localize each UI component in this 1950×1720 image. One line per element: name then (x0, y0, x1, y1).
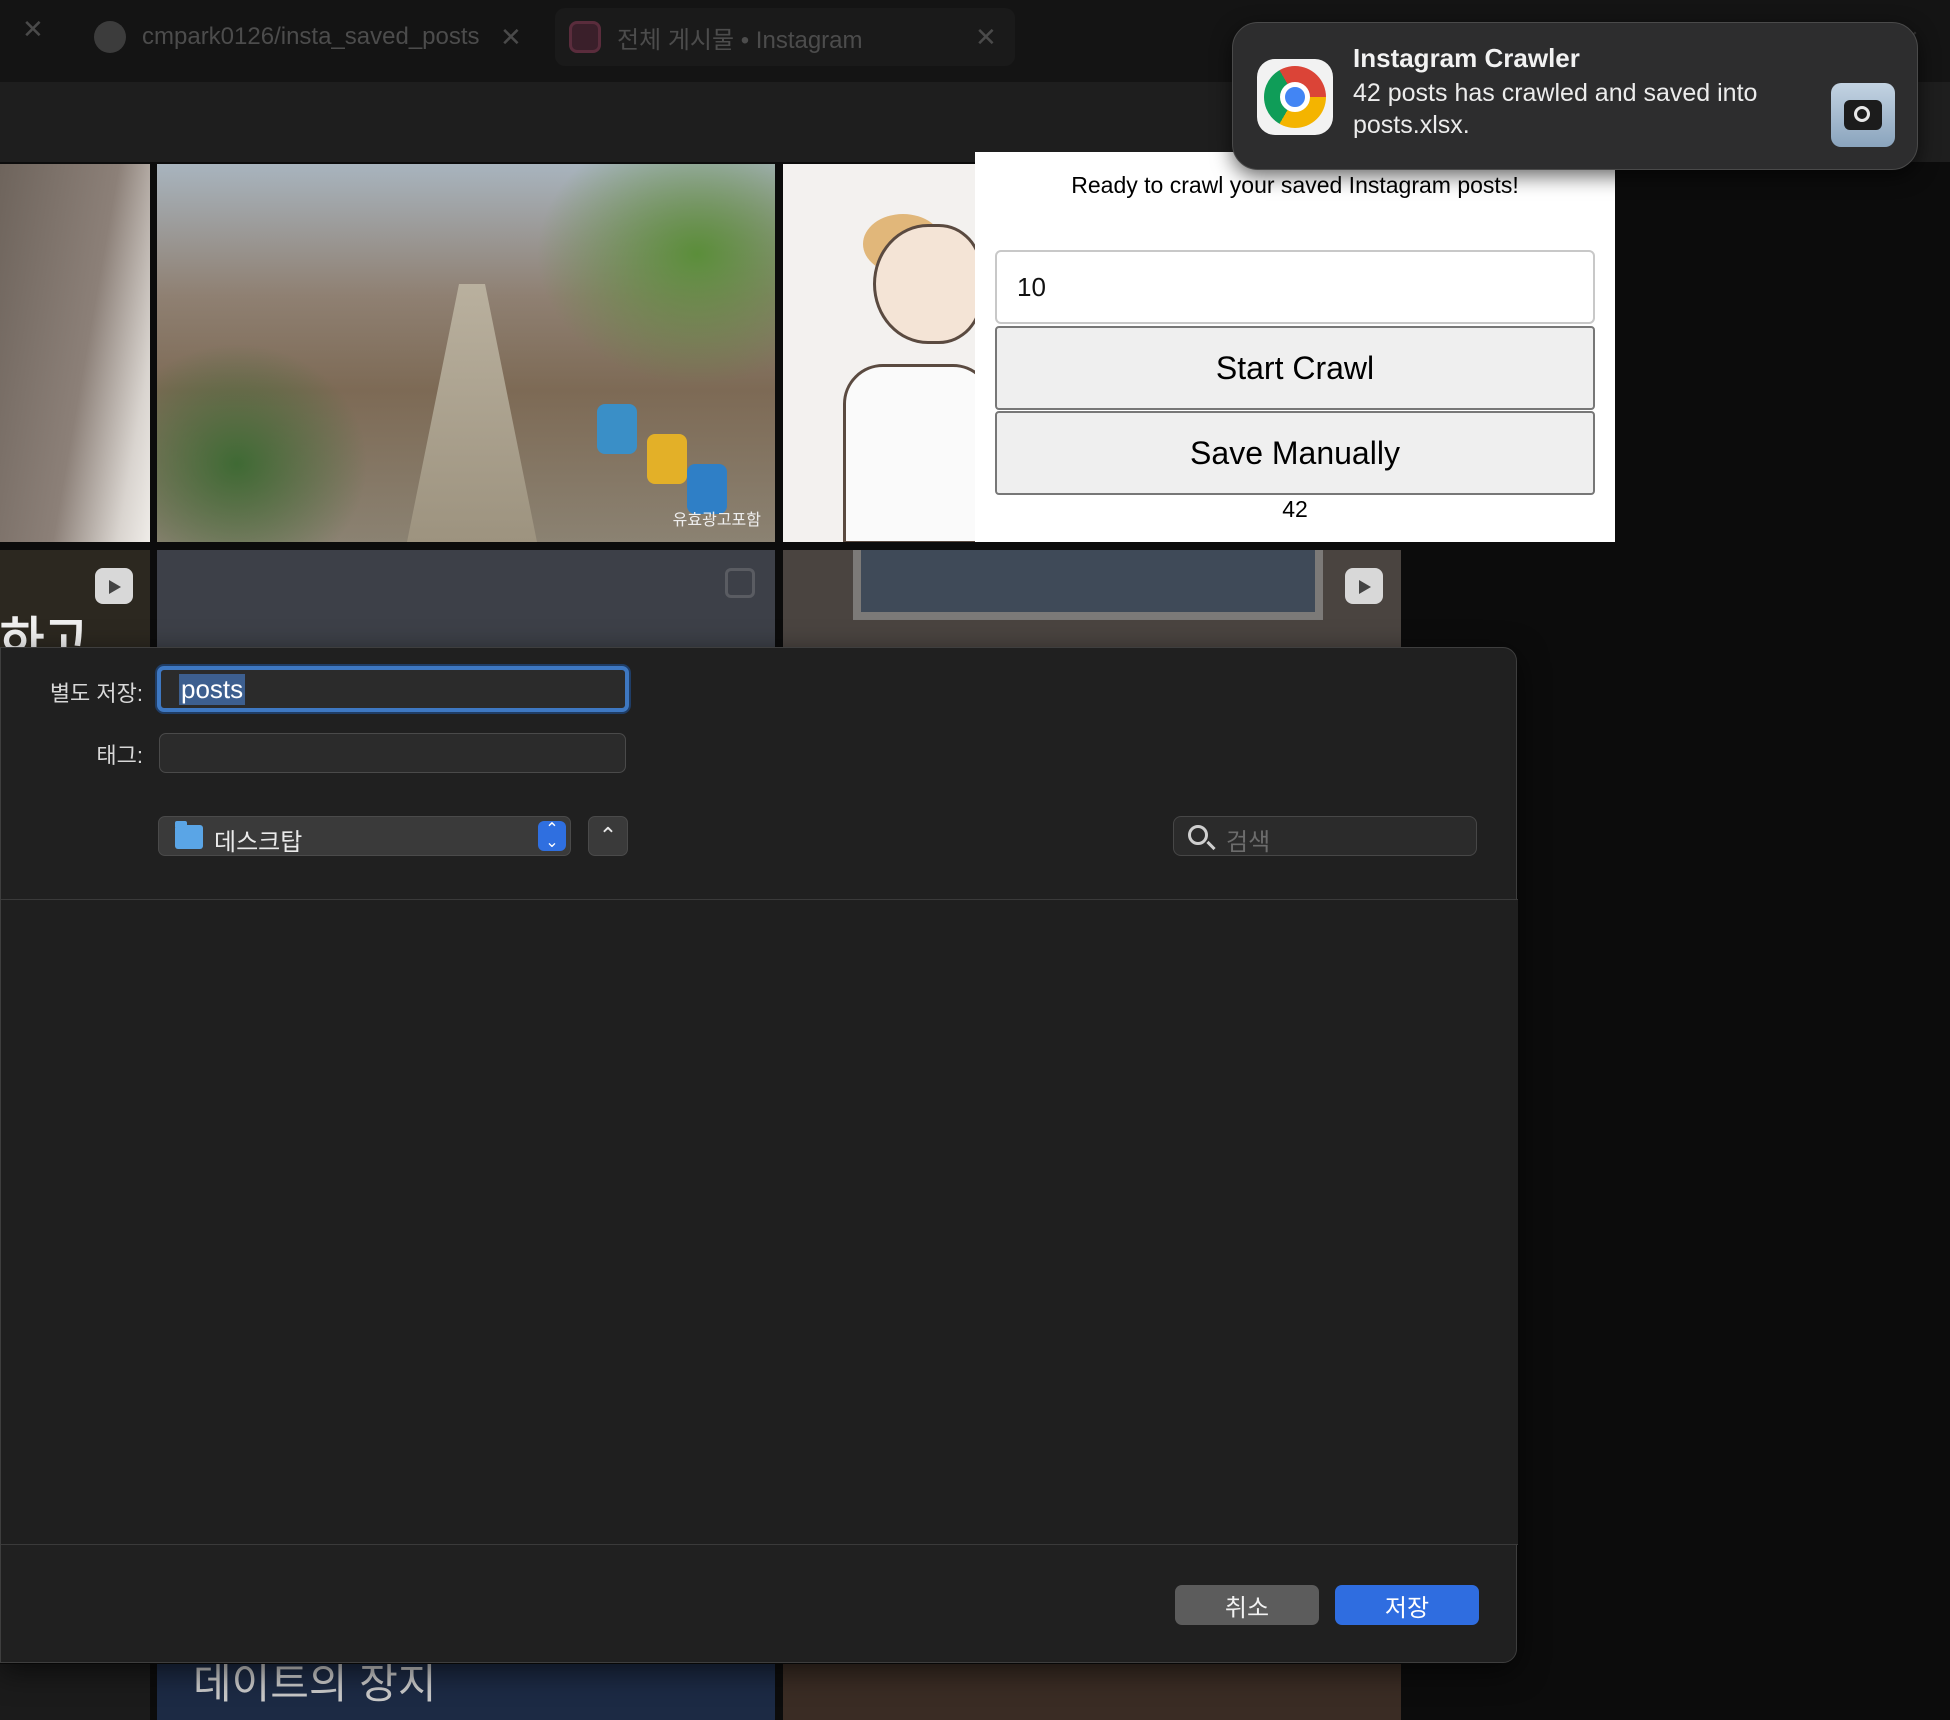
tab-title: cmpark0126/insta_saved_posts (142, 23, 480, 50)
alley-road (407, 284, 537, 542)
post-thumbnail[interactable] (783, 164, 983, 542)
notification-title: Instagram Crawler (1353, 43, 1580, 73)
tab-github[interactable]: cmpark0126/insta_saved_posts ✕ (80, 8, 540, 66)
post-thumbnail[interactable] (157, 550, 775, 650)
search-placeholder: 검색 (1226, 829, 1271, 856)
tags-label: 태그: (96, 743, 143, 768)
notification[interactable]: Instagram Crawler 42 posts has crawled a… (1232, 22, 1918, 170)
start-crawl-button[interactable]: Start Crawl (995, 326, 1595, 410)
close-icon[interactable]: ✕ (500, 22, 522, 53)
post-count-input[interactable] (995, 250, 1595, 324)
window-frame (853, 550, 1323, 620)
post-thumbnail[interactable]: 하고 (0, 550, 150, 650)
reel-icon (95, 568, 133, 604)
post-thumbnail[interactable] (783, 550, 1401, 650)
chevron-up-icon: ⌃ (598, 823, 618, 848)
post-thumbnail[interactable] (783, 1664, 1401, 1720)
divider (1, 1544, 1518, 1545)
save-manually-button[interactable]: Save Manually (995, 411, 1595, 495)
chair (647, 434, 687, 484)
folder-icon (175, 821, 203, 849)
overlay-text: 데이트의 장지 (193, 1664, 437, 1707)
watermark: 유효광고포함 (672, 512, 761, 529)
close-icon[interactable]: ✕ (22, 14, 44, 45)
search-icon (1188, 825, 1208, 845)
post-thumbnail[interactable]: 유효광고포함 (157, 164, 775, 542)
instagram-icon (569, 21, 601, 53)
close-icon[interactable]: ✕ (975, 22, 997, 53)
file-browser[interactable] (1, 900, 1518, 1544)
chevron-updown-icon: ⌃ ⌄ (538, 821, 566, 851)
illustration-body (843, 364, 983, 542)
location-select[interactable]: 데스크탑 ⌃ ⌄ (158, 816, 571, 856)
save-as-value: posts (179, 673, 246, 705)
collapse-button[interactable]: ⌃ (588, 816, 628, 856)
crawler-popup: Ready to crawl your saved Instagram post… (975, 152, 1615, 542)
cancel-button[interactable]: 취소 (1175, 1585, 1319, 1625)
location-label: 데스크탑 (214, 829, 303, 856)
tab-title: 전체 게시물 • Instagram (617, 26, 863, 54)
reel-icon (1345, 568, 1383, 604)
github-icon (94, 21, 126, 53)
illustration-face (873, 224, 983, 344)
post-thumbnail[interactable] (0, 1664, 150, 1720)
save-as-label: 별도 저장: (49, 681, 143, 706)
tab-instagram[interactable]: 전체 게시물 • Instagram ✕ (555, 8, 1015, 66)
chair (597, 404, 637, 454)
carousel-icon (725, 568, 755, 598)
chrome-icon (1257, 59, 1333, 135)
tags-field[interactable] (159, 733, 626, 773)
overlay-text: 하고 (0, 614, 89, 650)
screenshot-icon (1831, 83, 1895, 147)
post-thumbnail[interactable]: 데이트의 장지 (157, 1664, 775, 1720)
post-thumbnail[interactable] (0, 164, 150, 542)
crawled-count: 42 (1282, 496, 1308, 522)
save-as-field[interactable]: posts (157, 666, 629, 712)
notification-body: 42 posts has crawled and saved into post… (1353, 79, 1758, 139)
status-message: Ready to crawl your saved Instagram post… (1071, 172, 1519, 198)
save-dialog: 별도 저장: posts 태그: 데스크탑 ⌃ ⌄ ⌃ 검색 취소 저장 (0, 647, 1518, 1663)
search-field[interactable]: 검색 (1173, 816, 1477, 856)
save-button[interactable]: 저장 (1335, 1585, 1479, 1625)
